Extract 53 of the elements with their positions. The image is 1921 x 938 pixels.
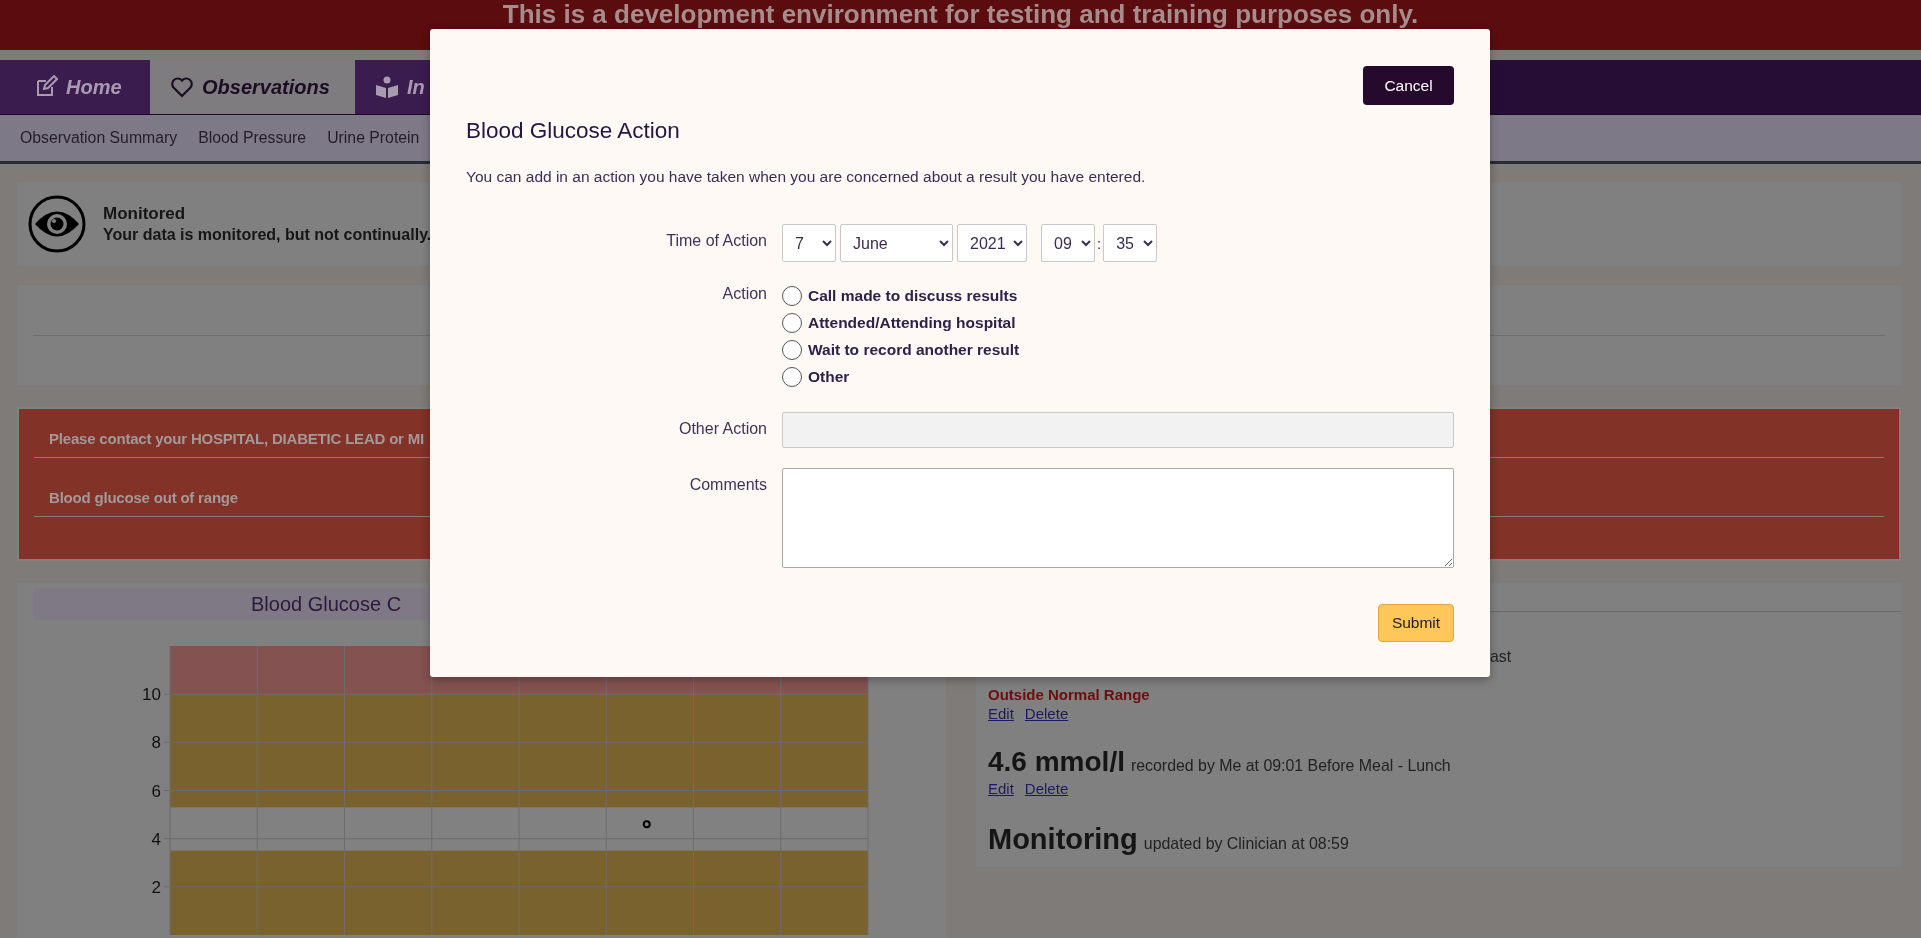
radio-button[interactable] xyxy=(782,339,802,360)
cancel-button[interactable]: Cancel xyxy=(1363,66,1454,105)
entry-link[interactable]: Delete xyxy=(1024,705,1069,722)
dialog-description: You can add in an action you have taken when you are concerned about a result you have entered. xyxy=(466,168,1147,186)
eye-icon xyxy=(27,194,87,254)
radio-label: Call made to discuss results xyxy=(808,286,1018,305)
radio-label: Attended/Attending hospital xyxy=(808,313,1016,332)
reading-detail: recorded by Me at 09:01 Before Meal - Lunch xyxy=(1130,757,1451,775)
reading-value: 4.6 mmol/l xyxy=(988,746,1125,778)
field-label: Comments xyxy=(688,475,767,494)
hour-select[interactable]: 09 xyxy=(1041,224,1095,262)
radio-button[interactable] xyxy=(782,366,802,387)
y-tick-label: 8 xyxy=(151,733,161,753)
y-tick-label: 6 xyxy=(151,781,161,801)
radio-label: Other xyxy=(808,367,850,386)
edit-icon xyxy=(34,75,58,99)
alert-message: Blood glucose out of range xyxy=(49,488,238,506)
field-label: Other Action xyxy=(677,419,767,438)
status-text: Your data is monitored, but not continually. xyxy=(103,226,432,244)
nav-tab[interactable]: Home xyxy=(0,60,150,114)
radio-button[interactable] xyxy=(782,285,802,306)
year-select[interactable]: 2021 xyxy=(957,224,1027,262)
y-tick-label: 10 xyxy=(142,685,161,705)
field-label: Time of Action xyxy=(665,231,767,250)
sub-nav-link[interactable]: Observation Summary xyxy=(20,129,178,147)
reader-icon xyxy=(375,75,399,99)
submit-button[interactable]: Submit xyxy=(1378,604,1454,642)
entry-link[interactable]: Edit xyxy=(988,780,1014,797)
minute-select[interactable]: 35 xyxy=(1103,224,1158,262)
chart-title: Blood Glucose C xyxy=(251,592,402,616)
reading-detail: updated by Clinician at 08:59 xyxy=(1143,835,1349,853)
y-tick-label: 4 xyxy=(151,829,161,849)
sub-nav-link[interactable]: Blood Pressure xyxy=(198,129,307,147)
day-select[interactable]: 7 xyxy=(782,224,836,262)
heart-icon xyxy=(170,75,194,99)
entry-link[interactable]: Edit xyxy=(988,705,1014,722)
month-select[interactable]: June xyxy=(840,224,953,262)
comments-field[interactable] xyxy=(782,468,1454,568)
field-label: Action xyxy=(721,284,767,303)
reading-detail: ast xyxy=(1490,648,1512,666)
dialog-title: Blood Glucose Action xyxy=(466,118,681,144)
time-separator: : xyxy=(1097,234,1102,252)
radio-button[interactable] xyxy=(782,312,802,333)
banner-text: This is a development environment for testing and training purposes only. xyxy=(502,0,1419,27)
entry-link[interactable]: Delete xyxy=(1024,780,1069,797)
status-title: Monitored xyxy=(103,204,187,224)
nav-tab[interactable]: Observations xyxy=(150,60,355,114)
range-status: Outside Normal Range xyxy=(988,686,1151,703)
y-tick-label: 2 xyxy=(151,877,161,897)
alert-message: Please contact your HOSPITAL, DIABETIC LEAD or MI xyxy=(49,429,424,447)
radio-label: Wait to record another result xyxy=(808,340,1020,359)
reading-value: Monitoring xyxy=(988,823,1138,856)
sub-nav-link[interactable]: Urine Protein xyxy=(327,129,420,147)
